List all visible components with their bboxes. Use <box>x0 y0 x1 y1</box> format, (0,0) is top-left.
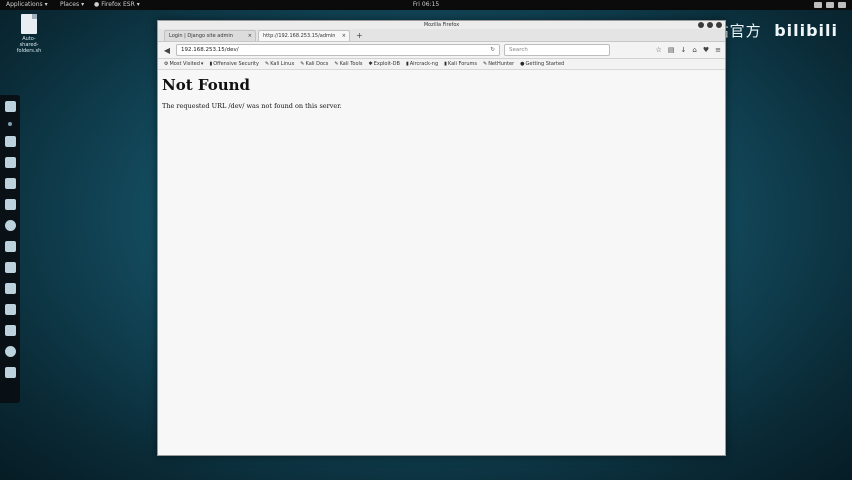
bookmark-label: Getting Started <box>525 61 565 67</box>
power-icon <box>838 2 846 8</box>
chevron-down-icon: ▾ <box>200 61 204 67</box>
bookmark-aircrack[interactable]: ▮ Aircrack-ng <box>406 61 438 67</box>
maximize-icon[interactable] <box>707 22 713 28</box>
kali-icon: ✎ <box>334 61 339 67</box>
url-text: 192.168.253.15/dev/ <box>181 47 239 53</box>
download-icon[interactable]: ↓ <box>681 46 687 54</box>
search-placeholder: Search <box>509 47 528 53</box>
file-icon <box>21 14 37 34</box>
bookmark-exploit-db[interactable]: ✱ Exploit-DB <box>369 61 400 67</box>
desktop-file-label: Auto-shared-folders.sh <box>16 36 42 54</box>
tab-label: http://192.168.253.15/admin <box>263 33 336 39</box>
reload-icon[interactable]: ↻ <box>490 45 495 55</box>
home-icon[interactable]: ⌂ <box>692 46 696 54</box>
bookmark-icon: ▮ <box>209 61 213 67</box>
bookmark-nethunter[interactable]: ✎ NetHunter <box>483 61 514 67</box>
firefox-menu[interactable]: ● Firefox ESR ▾ <box>94 0 140 10</box>
places-label: Places <box>60 1 80 8</box>
search-input[interactable]: Search <box>504 44 610 56</box>
bookmark-label: Offensive Security <box>213 61 259 67</box>
bookmark-label: Kali Forums <box>447 61 477 67</box>
applications-label: Applications <box>6 1 43 8</box>
page-content: Not Found The requested URL /dev/ was no… <box>158 70 725 116</box>
reading-list-icon[interactable]: ▤ <box>668 46 675 54</box>
terminal-icon[interactable] <box>4 136 16 147</box>
close-tab-icon[interactable]: × <box>248 31 252 41</box>
desktop-file-icon[interactable]: Auto-shared-folders.sh <box>14 14 44 54</box>
bookmark-offensive-security[interactable]: ▮ Offensive Security <box>209 61 259 67</box>
gear-icon: ⚙ <box>164 61 169 67</box>
firefox-icon: ● <box>94 1 100 8</box>
chevron-down-icon: ▾ <box>44 1 48 8</box>
firefox-window: Mozilla Firefox Login | Django site admi… <box>157 20 726 456</box>
browser-icon[interactable] <box>4 220 16 231</box>
bookmarks-toolbar: ⚙ Most Visited ▾ ▮ Offensive Security ✎ Kali… <box>158 59 725 70</box>
chevron-down-icon: ▾ <box>136 1 140 8</box>
new-tab-button[interactable]: + <box>352 31 367 41</box>
bookmark-label: Kali Linux <box>270 61 295 67</box>
window-title: Mozilla Firefox <box>423 22 460 28</box>
clock[interactable]: Fri 06:15 <box>413 0 439 10</box>
metasploit-icon[interactable] <box>4 157 16 168</box>
files-icon[interactable] <box>4 101 16 112</box>
bookmark-label: Most Visited <box>169 61 200 67</box>
volume-icon <box>826 2 834 8</box>
kali-icon: ✎ <box>264 61 270 67</box>
bookmark-icon: ▮ <box>405 61 409 67</box>
applications-menu[interactable]: Applications ▾ <box>6 0 48 10</box>
network-tool-icon[interactable] <box>4 346 16 357</box>
navigation-bar: ◀ 192.168.253.15/dev/ ↻ Search ☆ ▤ ↓ ⌂ ♥… <box>158 42 725 59</box>
kali-icon: ✎ <box>482 61 488 67</box>
cherrytree-icon[interactable] <box>4 325 16 336</box>
error-message: The requested URL /dev/ was not found on… <box>162 102 342 110</box>
app-grid-icon[interactable] <box>4 367 16 378</box>
tab-admin[interactable]: http://192.168.253.15/admin × <box>258 30 350 41</box>
chevron-down-icon: ▾ <box>81 1 85 8</box>
watermark: 站官方 bilibili <box>714 20 838 41</box>
pocket-icon[interactable]: ♥ <box>703 46 709 54</box>
menu-icon[interactable]: ≡ <box>715 46 721 54</box>
bookmark-most-visited[interactable]: ⚙ Most Visited ▾ <box>164 61 203 67</box>
close-tab-icon[interactable]: × <box>342 31 346 41</box>
places-menu[interactable]: Places ▾ <box>60 0 84 10</box>
tab-label: Login | Django site admin <box>169 33 233 39</box>
burpsuite-icon[interactable] <box>4 199 16 210</box>
minimize-icon[interactable] <box>698 22 704 28</box>
bookmark-kali-forums[interactable]: ▮ Kali Forums <box>444 61 477 67</box>
text-editor-icon[interactable] <box>4 304 16 315</box>
back-button[interactable]: ◀ <box>162 46 172 55</box>
bookmark-kali-tools[interactable]: ✎ Kali Tools <box>334 61 362 67</box>
dice-icon[interactable] <box>4 283 16 294</box>
star-icon[interactable]: ☆ <box>656 46 662 54</box>
bookmark-getting-started[interactable]: ● Getting Started <box>520 61 564 67</box>
top-panel: Applications ▾ Places ▾ ● Firefox ESR ▾ … <box>0 0 852 10</box>
tab-login[interactable]: Login | Django site admin × <box>164 30 256 41</box>
bookmark-label: Aircrack-ng <box>409 61 439 67</box>
url-bar[interactable]: 192.168.253.15/dev/ ↻ <box>176 44 500 56</box>
dock-dot-icon <box>8 122 12 126</box>
bookmark-icon: ▮ <box>444 61 447 67</box>
bookmark-label: Kali Docs <box>305 61 329 67</box>
bilibili-logo: bilibili <box>774 21 838 40</box>
tools-icon[interactable] <box>4 262 16 273</box>
firefox-menu-label: Firefox ESR <box>101 1 135 8</box>
armitage-icon[interactable] <box>4 178 16 189</box>
maltego-icon[interactable] <box>4 241 16 252</box>
kali-icon: ✎ <box>300 61 305 67</box>
bookmark-label: Exploit-DB <box>373 61 400 67</box>
bookmark-kali-docs[interactable]: ✎ Kali Docs <box>300 61 328 67</box>
network-icon <box>814 2 822 8</box>
bookmark-label: Kali Tools <box>339 61 363 67</box>
window-titlebar[interactable]: Mozilla Firefox <box>158 21 725 29</box>
close-icon[interactable] <box>716 22 722 28</box>
exploit-icon: ✱ <box>368 61 373 67</box>
system-tray[interactable] <box>814 0 846 8</box>
dock <box>0 95 20 403</box>
page-title: Not Found <box>162 76 251 94</box>
tab-bar: Login | Django site admin × http://192.1… <box>158 29 725 42</box>
bookmark-kali-linux[interactable]: ✎ Kali Linux <box>265 61 294 67</box>
bookmark-label: NetHunter <box>488 61 515 67</box>
firefox-icon: ● <box>520 61 525 67</box>
